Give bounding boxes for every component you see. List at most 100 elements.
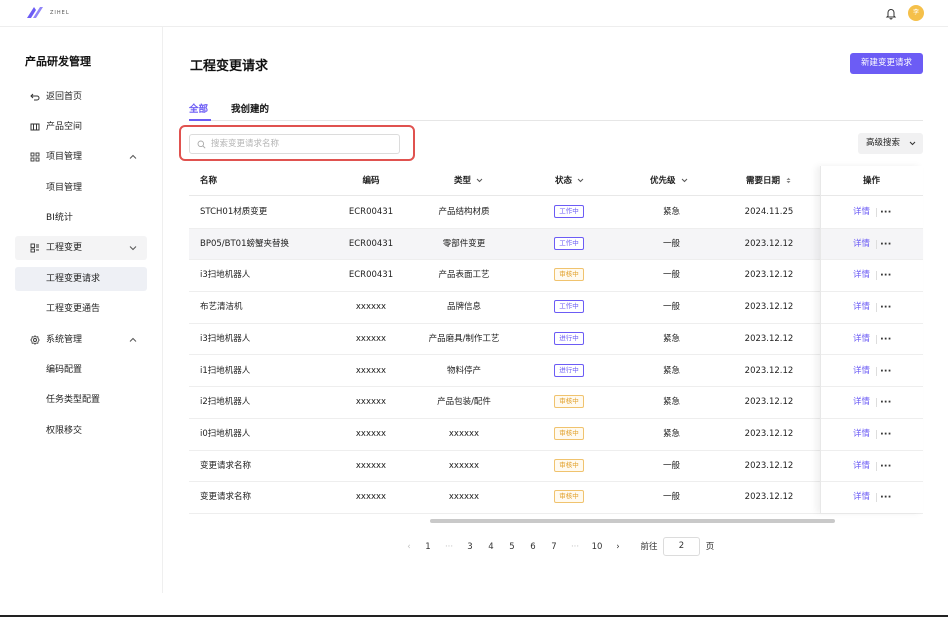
column-header-type[interactable]: 类型 bbox=[454, 166, 483, 196]
cell-name: i3扫地机器人 bbox=[200, 270, 251, 281]
advanced-search-button[interactable]: 高级搜索 bbox=[858, 133, 923, 154]
table-row[interactable]: i3扫地机器人 xxxxxx 产品磨具/制作工艺 进行中 紧急 2023.12.12 详情 ·… bbox=[189, 324, 923, 356]
return-icon bbox=[30, 93, 40, 101]
cell-code: ECR00431 bbox=[348, 207, 394, 217]
cell-code: xxxxxx bbox=[355, 333, 387, 344]
cell-type: 产品结构材质 bbox=[438, 207, 490, 217]
tab-active-indicator bbox=[189, 119, 211, 121]
cell-name: 变更请求名称 bbox=[200, 460, 252, 471]
cell-priority: 一般 bbox=[662, 270, 680, 281]
tab-created-by-me[interactable]: 我创建的 bbox=[231, 101, 269, 115]
sidebar-item-engineering-change[interactable]: 工程变更 bbox=[15, 236, 147, 260]
search-box[interactable] bbox=[189, 134, 400, 154]
sidebar-item-label: 工程变更请求 bbox=[46, 274, 101, 284]
cell-code: xxxxxx bbox=[355, 428, 387, 439]
sidebar-item-label: 系统管理 bbox=[46, 335, 83, 345]
user-avatar[interactable]: 李 bbox=[908, 5, 924, 21]
search-icon bbox=[197, 140, 206, 149]
page-5[interactable]: 5 bbox=[506, 538, 518, 556]
sidebar-item-product-space[interactable]: 产品空间 bbox=[15, 115, 147, 139]
goto-page-input[interactable]: 2 bbox=[663, 537, 700, 556]
sidebar-item-label: 权限移交 bbox=[46, 426, 83, 436]
cell-date: 2023.12.12 bbox=[744, 460, 794, 471]
table-row[interactable]: i3扫地机器人 ECR00431 产品表面工艺 审核中 一般 2023.12.12 详情 ··… bbox=[189, 260, 923, 293]
sidebar-item-system-mgmt[interactable]: 系统管理 bbox=[15, 328, 147, 352]
cell-type: 品牌信息 bbox=[446, 302, 481, 313]
column-header-status[interactable]: 状态 bbox=[555, 166, 584, 196]
page-4[interactable]: 4 bbox=[485, 538, 497, 556]
sidebar-item-project-mgmt-sub[interactable]: 项目管理 bbox=[15, 176, 147, 200]
cell-type: 零部件变更 bbox=[442, 238, 486, 249]
table-row[interactable]: i1扫地机器人 xxxxxx 物料停产 进行中 紧急 2023.12.12 详情 ··· bbox=[189, 356, 923, 388]
notification-bell-icon[interactable] bbox=[885, 7, 897, 20]
sidebar-item-project-mgmt[interactable]: 项目管理 bbox=[15, 145, 147, 169]
cell-date: 2023.12.12 bbox=[744, 238, 794, 249]
cell-priority: 紧急 bbox=[662, 397, 680, 408]
column-header-name: 名称 bbox=[200, 176, 218, 186]
sidebar-item-label: 编码配置 bbox=[46, 365, 83, 375]
column-header-code: 编码 bbox=[362, 176, 380, 186]
cell-name: 变更请求名称 bbox=[200, 492, 252, 503]
gear-icon bbox=[30, 335, 40, 345]
sort-icon bbox=[786, 177, 791, 184]
table-row[interactable]: 变更请求名称 xxxxxx xxxxxx 审核中 一般 2023.12.12 详情 ··· bbox=[189, 482, 923, 514]
sidebar-item-label: BI统计 bbox=[46, 213, 73, 223]
cell-name: i0扫地机器人 bbox=[200, 428, 251, 439]
table-row[interactable]: BP05/BT01螃蟹夹替换 ECR00431 零部件变更 工作中 一般 2023.12.… bbox=[189, 228, 923, 261]
new-change-request-button[interactable]: 新建变更请求 bbox=[850, 53, 923, 74]
cell-code: xxxxxx bbox=[355, 302, 387, 313]
page-ellipsis[interactable]: ··· bbox=[442, 538, 456, 556]
status-badge: 审核中 bbox=[554, 458, 584, 472]
horizontal-scrollbar[interactable] bbox=[430, 519, 835, 523]
cell-type: 产品表面工艺 bbox=[438, 270, 490, 281]
sidebar-item-home[interactable]: 返回首页 bbox=[15, 85, 147, 109]
app-logo[interactable] bbox=[25, 4, 45, 22]
page-6[interactable]: 6 bbox=[527, 538, 539, 556]
table-row[interactable]: i2扫地机器人 xxxxxx 产品包装/配件 审核中 紧急 2023.12.12 详情 ··· bbox=[189, 387, 923, 419]
status-badge: 审核中 bbox=[554, 395, 584, 409]
next-page-icon[interactable]: › bbox=[613, 538, 623, 556]
column-header-date[interactable]: 需要日期 bbox=[746, 166, 792, 196]
sidebar-item-label: 任务类型配置 bbox=[46, 395, 101, 405]
cell-name: i3扫地机器人 bbox=[200, 333, 251, 344]
cell-name: i1扫地机器人 bbox=[200, 365, 251, 376]
sidebar-item-label: 工程变更通告 bbox=[46, 304, 101, 314]
tab-all[interactable]: 全部 bbox=[189, 101, 208, 115]
sidebar-item-bi[interactable]: BI统计 bbox=[15, 206, 147, 230]
layout-icon bbox=[30, 243, 39, 253]
sidebar-item-label: 项目管理 bbox=[46, 183, 83, 193]
prev-page-icon[interactable]: ‹ bbox=[404, 538, 414, 556]
cell-status: 工作中 bbox=[529, 197, 609, 228]
sidebar-item-permission-transfer[interactable]: 权限移交 bbox=[15, 419, 147, 443]
cell-priority: 一般 bbox=[662, 302, 680, 313]
page-10[interactable]: 10 bbox=[590, 538, 604, 556]
sidebar-item-ecn[interactable]: 工程变更通告 bbox=[15, 297, 147, 321]
cell-date: 2023.12.12 bbox=[744, 270, 794, 281]
chevron-down-icon bbox=[577, 178, 584, 183]
table-row[interactable]: STCH01材质变更 ECR00431 产品结构材质 工作中 紧急 2024.11.25 详… bbox=[189, 197, 923, 229]
chevron-up-icon[interactable] bbox=[129, 336, 137, 344]
status-badge: 工作中 bbox=[554, 300, 584, 314]
page-3[interactable]: 3 bbox=[464, 538, 476, 556]
table-row[interactable]: i0扫地机器人 xxxxxx xxxxxx 审核中 紧急 2023.12.12 详情 ··· bbox=[189, 419, 923, 451]
page-1[interactable]: 1 bbox=[422, 538, 434, 556]
sidebar-item-task-type-config[interactable]: 任务类型配置 bbox=[15, 388, 147, 412]
sidebar-item-ecr[interactable]: 工程变更请求 bbox=[15, 267, 147, 291]
sidebar-item-label: 项目管理 bbox=[46, 152, 83, 162]
page-7[interactable]: 7 bbox=[548, 538, 560, 556]
cell-status: 审核中 bbox=[529, 387, 609, 418]
column-header-priority[interactable]: 优先级 bbox=[650, 166, 688, 196]
search-input[interactable] bbox=[211, 137, 396, 151]
cell-date: 2023.12.12 bbox=[744, 397, 794, 408]
cell-status: 进行中 bbox=[529, 324, 609, 355]
sidebar-item-code-config[interactable]: 编码配置 bbox=[15, 358, 147, 382]
chevron-up-icon[interactable] bbox=[129, 153, 137, 161]
chevron-down-icon[interactable] bbox=[129, 244, 137, 252]
column-header-status-label: 状态 bbox=[555, 176, 573, 186]
cell-status: 审核中 bbox=[529, 419, 609, 450]
cell-date: 2024.11.25 bbox=[744, 207, 794, 217]
table-row[interactable]: 变更请求名称 xxxxxx xxxxxx 审核中 一般 2023.12.12 详情 ··· bbox=[189, 451, 923, 483]
page-ellipsis[interactable]: ··· bbox=[568, 538, 582, 556]
table-row[interactable]: 布艺清洁机 xxxxxx 品牌信息 工作中 一般 2023.12.12 详情 ··· bbox=[189, 292, 923, 324]
cell-priority: 紧急 bbox=[662, 207, 680, 217]
